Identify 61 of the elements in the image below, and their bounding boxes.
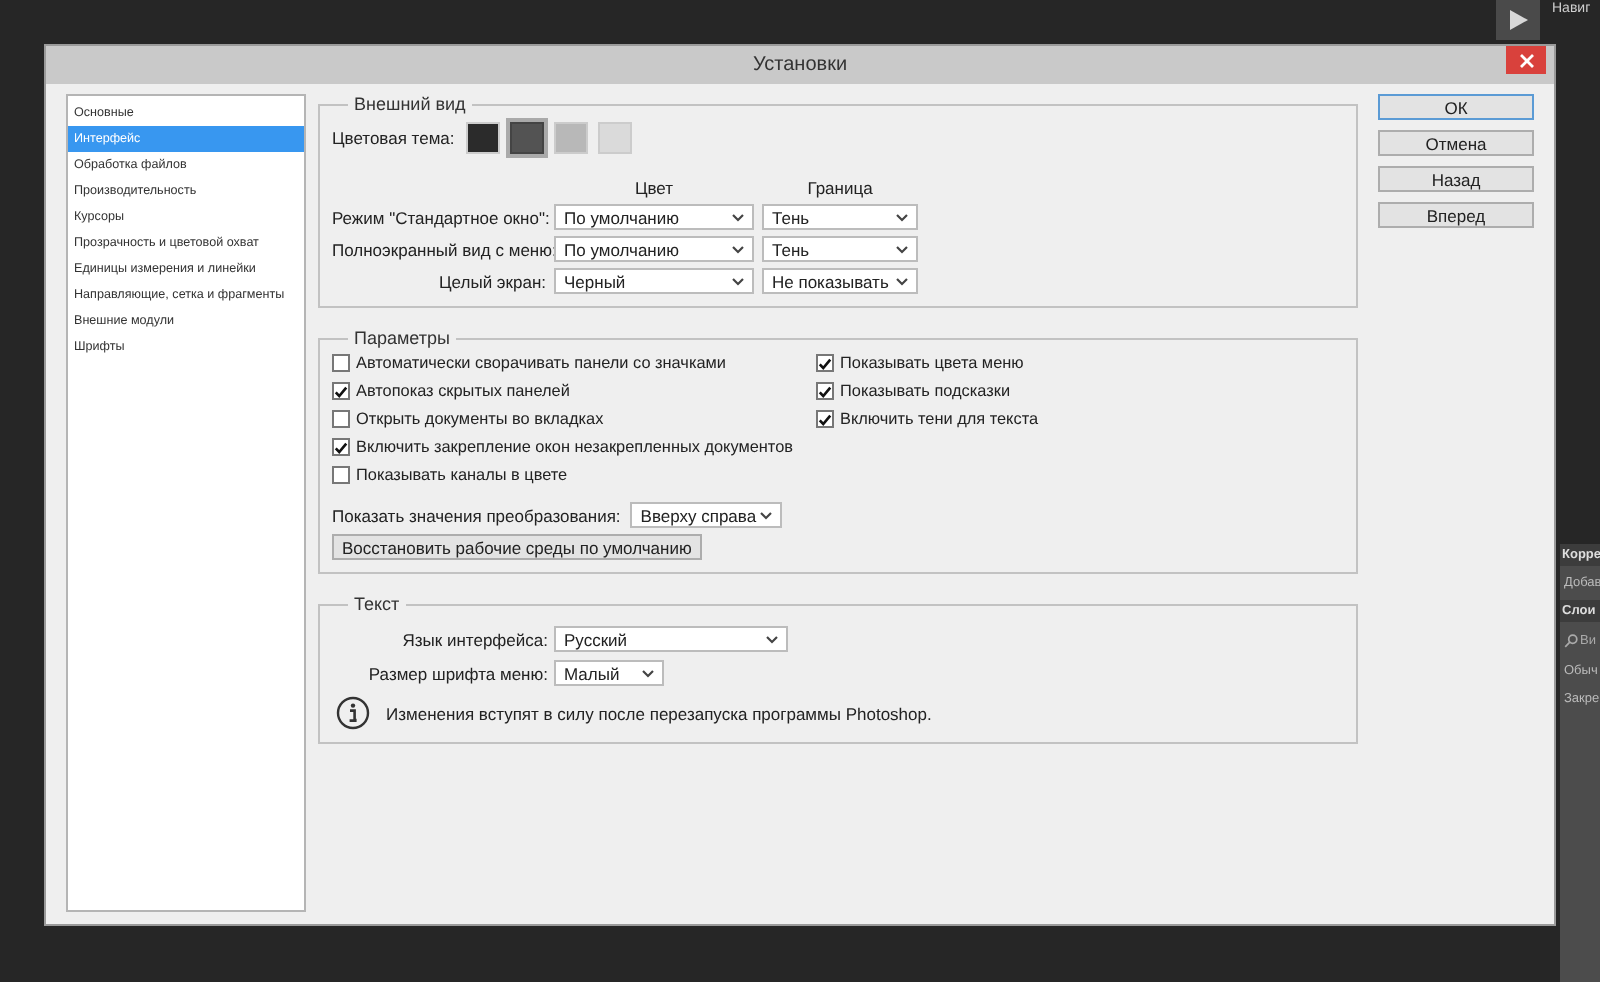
play-icon xyxy=(1508,10,1528,30)
group-title: Параметры xyxy=(352,328,452,348)
chevron-icon xyxy=(732,277,744,285)
group-title: Текст xyxy=(352,594,402,614)
chevron-icon xyxy=(732,213,744,221)
checkbox-option[interactable]: Показывать цвета меню xyxy=(816,352,1039,374)
chevron-icon xyxy=(896,213,908,221)
checkmark-icon xyxy=(334,383,348,399)
chevron-icon xyxy=(760,511,773,519)
checkbox-option[interactable]: Включить тени для текста xyxy=(816,408,1039,430)
reset-workspaces-button[interactable]: Восстановить рабочие среды по умолчанию xyxy=(332,534,702,560)
checkmark-icon xyxy=(334,439,348,455)
chevron-icon xyxy=(732,245,744,253)
restart-note: Изменения вступят в силу после перезапуска программы Photoshop. xyxy=(386,703,932,723)
dialog-button[interactable]: ОК xyxy=(1378,94,1534,120)
font-size-dropdown[interactable]: Малый xyxy=(554,660,664,686)
color-dropdown[interactable]: Черный xyxy=(554,268,754,294)
checkbox[interactable] xyxy=(816,410,834,428)
color-dropdown[interactable]: По умолчанию xyxy=(554,204,754,230)
color-dropdown[interactable]: По умолчанию xyxy=(554,236,754,262)
theme-label: Цветовая тема: xyxy=(332,128,455,148)
play-button[interactable] xyxy=(1496,0,1540,40)
checkbox-option[interactable]: Включить закрепление окон незакрепленных документов xyxy=(332,436,800,458)
transform-dropdown[interactable]: Вверху справа xyxy=(630,502,783,528)
checkbox[interactable] xyxy=(816,354,834,372)
dialog-button[interactable]: Отмена xyxy=(1378,130,1534,156)
checkbox[interactable] xyxy=(332,382,350,400)
language-dropdown[interactable]: Русский xyxy=(554,626,788,652)
chevron-icon xyxy=(896,277,908,285)
info-icon xyxy=(336,696,370,730)
checkbox[interactable] xyxy=(332,438,350,456)
checkbox-option[interactable]: Открыть документы во вкладках xyxy=(332,408,800,430)
checkbox-option[interactable]: Автоматически сворачивать панели со значками xyxy=(332,352,800,374)
field-label: Показать значения преобразования: xyxy=(332,505,621,525)
search-icon xyxy=(1564,634,1578,648)
border-dropdown[interactable]: Тень xyxy=(762,236,918,262)
chevron-icon xyxy=(642,669,654,677)
checkbox[interactable] xyxy=(332,410,350,428)
field-label: Язык интерфейса: xyxy=(400,629,548,649)
checkbox[interactable] xyxy=(816,382,834,400)
checkbox-option[interactable]: Показывать подсказки xyxy=(816,380,1039,402)
chevron-icon xyxy=(766,635,778,643)
close-icon xyxy=(1519,53,1533,67)
window-title: Установки xyxy=(752,54,848,76)
column-header: Граница xyxy=(805,178,875,198)
chevron-icon xyxy=(896,245,908,253)
field-label: Целый экран: xyxy=(437,271,546,291)
field-label: Размер шрифта меню: xyxy=(366,663,548,683)
checkbox-option[interactable]: Показывать каналы в цвете xyxy=(332,464,800,486)
dialog-button[interactable]: Вперед xyxy=(1378,202,1534,228)
column-header: Цвет xyxy=(632,178,676,198)
checkbox-option[interactable]: Автопоказ скрытых панелей xyxy=(332,380,800,402)
group-title: Внешний вид xyxy=(352,94,468,114)
border-dropdown[interactable]: Не показывать xyxy=(762,268,918,294)
field-label: Режим "Стандартное окно": xyxy=(332,207,546,227)
checkbox[interactable] xyxy=(332,354,350,372)
theme-swatch[interactable] xyxy=(510,122,545,154)
checkbox[interactable] xyxy=(332,466,350,484)
dialog-button[interactable]: Назад xyxy=(1378,166,1534,192)
close-button[interactable] xyxy=(1506,46,1546,74)
border-dropdown[interactable]: Тень xyxy=(762,204,918,230)
